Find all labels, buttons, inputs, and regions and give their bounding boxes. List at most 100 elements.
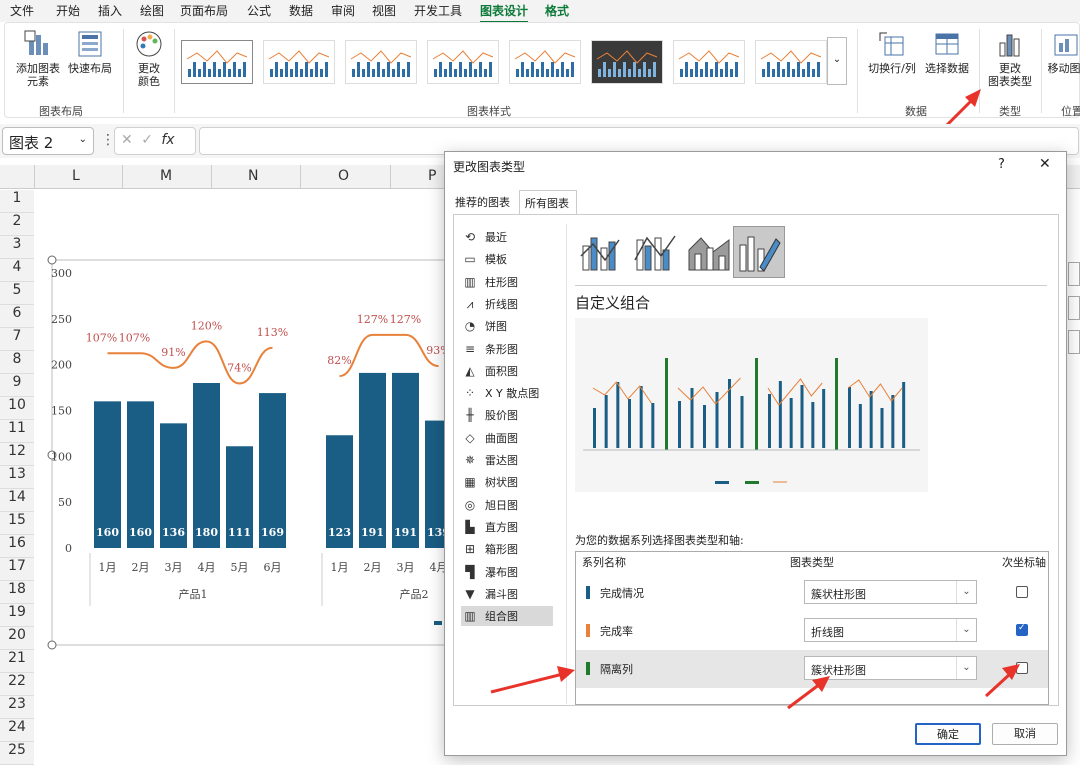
row-header[interactable]: 4 (0, 259, 34, 282)
subtype-area-column[interactable] (685, 226, 733, 276)
menu-2[interactable]: 插入 (98, 2, 122, 19)
category-item[interactable]: ▭ 模板 (463, 249, 553, 269)
chart-type-select[interactable]: 簇状柱形图 ⌄ (804, 580, 977, 604)
bar-mark[interactable] (359, 372, 386, 548)
row-header[interactable]: 19 (0, 604, 34, 627)
row-header[interactable]: 18 (0, 581, 34, 604)
row-header[interactable]: 16 (0, 535, 34, 558)
row-header[interactable]: 21 (0, 650, 34, 673)
chart-styles-button[interactable] (1068, 296, 1080, 320)
category-item[interactable]: ◔ 饼图 (463, 316, 553, 336)
category-item[interactable]: ╫ 股价图 (463, 405, 553, 425)
row-header[interactable]: 9 (0, 374, 34, 397)
row-header[interactable]: 23 (0, 696, 34, 719)
chart-style-thumb[interactable] (427, 40, 499, 84)
chart-elements-button[interactable] (1068, 262, 1080, 286)
row-header[interactable]: 5 (0, 282, 34, 305)
add-chart-element-button[interactable]: 添加图表 元素 (13, 29, 63, 88)
category-item[interactable]: ⁘ X Y 散点图 (463, 383, 553, 403)
ok-button[interactable]: 确定 (915, 723, 981, 745)
secondary-axis-checkbox[interactable] (1016, 586, 1028, 598)
row-header[interactable]: 3 (0, 236, 34, 259)
row-header[interactable]: 11 (0, 420, 34, 443)
row-header[interactable]: 13 (0, 466, 34, 489)
chart-area[interactable]: 300 250 200 150 100 50 0 160 1月 160 2月 136 3月 180 4月 11… (34, 255, 454, 655)
column-header[interactable]: N (248, 168, 258, 184)
row-header[interactable]: 2 (0, 213, 34, 236)
menu-0[interactable]: 文件 (10, 2, 34, 19)
cancel-button[interactable]: 取消 (992, 723, 1058, 745)
switch-row-column-button[interactable]: 切换行/列 (865, 29, 919, 75)
menu-1[interactable]: 开始 (56, 2, 80, 19)
function-icon[interactable]: fx (161, 132, 174, 148)
category-item[interactable]: ▜ 瀑布图 (463, 562, 553, 582)
chart-filters-button[interactable] (1068, 330, 1080, 354)
subtype-column-line-secondary[interactable] (631, 226, 679, 276)
chart-style-thumb[interactable] (591, 40, 663, 84)
category-item[interactable]: ≡ 条形图 (463, 339, 553, 359)
menu-7[interactable]: 审阅 (331, 2, 355, 19)
change-chart-type-button[interactable]: 更改 图表类型 (983, 29, 1037, 88)
category-item[interactable]: ▥ 柱形图 (463, 272, 553, 292)
subtype-clustered-column-line[interactable] (577, 226, 625, 276)
close-button[interactable]: ✕ (1039, 156, 1051, 172)
tab-all-charts[interactable]: 所有图表 (519, 190, 577, 214)
column-header[interactable]: P (428, 168, 436, 184)
row-header[interactable]: 17 (0, 558, 34, 581)
select-data-button[interactable]: 选择数据 (921, 29, 973, 75)
menu-5[interactable]: 公式 (247, 2, 271, 19)
row-header[interactable]: 12 (0, 443, 34, 466)
enter-formula-icon[interactable]: ✓ (141, 132, 153, 148)
bar-mark[interactable] (193, 383, 220, 548)
cancel-formula-icon[interactable]: ✕ (121, 132, 133, 148)
row-header[interactable]: 7 (0, 328, 34, 351)
row-header[interactable]: 10 (0, 397, 34, 420)
chart-type-select[interactable]: 折线图 ⌄ (804, 618, 977, 642)
bar-mark[interactable] (392, 372, 419, 548)
row-header[interactable]: 25 (0, 742, 34, 765)
chart-style-thumb[interactable] (181, 40, 253, 84)
subtype-custom-combo[interactable] (733, 226, 785, 278)
row-header[interactable]: 15 (0, 512, 34, 535)
bar-mark[interactable] (259, 393, 286, 548)
column-header[interactable]: L (72, 168, 80, 184)
move-chart-button[interactable]: 移动图 (1047, 29, 1080, 75)
row-header[interactable]: 24 (0, 719, 34, 742)
menu-10[interactable]: 图表设计 (480, 2, 529, 23)
chart-style-thumb[interactable] (509, 40, 581, 84)
menu-9[interactable]: 开发工具 (414, 2, 462, 19)
category-item[interactable]: ⊞ 箱形图 (463, 539, 553, 559)
category-item[interactable]: ▼ 漏斗图 (463, 584, 553, 604)
row-header[interactable]: 1 (0, 190, 34, 213)
tab-recommended[interactable]: 推荐的图表 (455, 194, 510, 214)
row-header[interactable]: 20 (0, 627, 34, 650)
row-header[interactable]: 6 (0, 305, 34, 328)
column-header[interactable]: M (160, 168, 172, 184)
row-header[interactable]: 8 (0, 351, 34, 374)
category-item[interactable]: ✵ 雷达图 (463, 450, 553, 470)
change-colors-button[interactable]: 更改 颜色 (127, 29, 171, 88)
menu-11[interactable]: 格式 (545, 2, 569, 19)
row-header[interactable]: 22 (0, 673, 34, 696)
category-item[interactable]: ▦ 树状图 (463, 472, 553, 492)
category-item[interactable]: ⩘ 折线图 (463, 294, 553, 314)
secondary-axis-checkbox[interactable] (1016, 623, 1028, 636)
menu-8[interactable]: 视图 (372, 2, 396, 19)
name-box[interactable]: 图表 2 ⌄ (2, 127, 94, 155)
chart-style-thumb[interactable] (755, 40, 827, 84)
chart-style-thumb[interactable] (345, 40, 417, 84)
row-header[interactable]: 14 (0, 489, 34, 512)
chart-style-thumb[interactable] (673, 40, 745, 84)
category-item[interactable]: ◭ 面积图 (463, 361, 553, 381)
category-item[interactable]: ◎ 旭日图 (463, 495, 553, 515)
help-button[interactable]: ? (998, 157, 1005, 172)
quick-layout-button[interactable]: 快速布局 (65, 29, 115, 75)
category-item[interactable]: ▙ 直方图 (463, 517, 553, 537)
category-item[interactable]: ⟲ 最近 (463, 227, 553, 247)
column-header[interactable]: O (338, 168, 349, 184)
menu-6[interactable]: 数据 (289, 2, 313, 19)
category-item[interactable]: ◇ 曲面图 (463, 428, 553, 448)
chart-style-thumb[interactable] (263, 40, 335, 84)
menu-4[interactable]: 页面布局 (180, 2, 228, 19)
category-item[interactable]: ▥ 组合图 (461, 606, 553, 627)
